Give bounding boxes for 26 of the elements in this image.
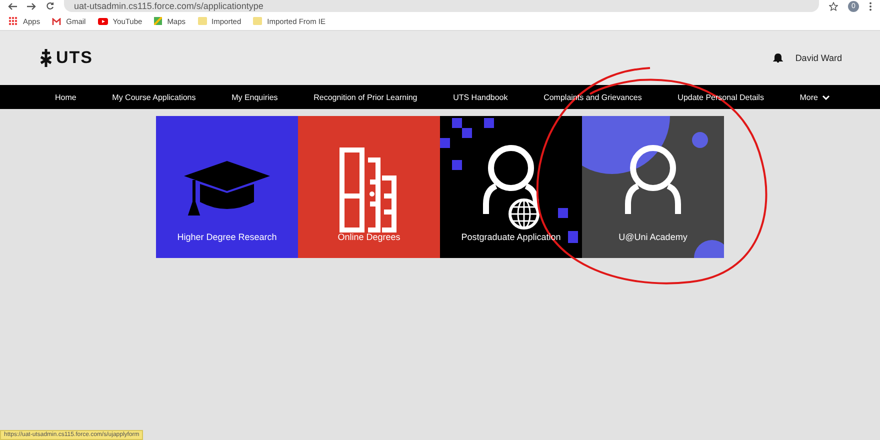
mail-icon bbox=[52, 18, 62, 24]
star-icon[interactable] bbox=[829, 2, 838, 10]
application-type-tile[interactable]: Online Degrees bbox=[298, 116, 440, 258]
forward-arrow-icon[interactable] bbox=[27, 2, 36, 10]
bell-icon[interactable] bbox=[773, 53, 784, 63]
play-icon bbox=[98, 18, 108, 24]
reload-icon[interactable] bbox=[46, 2, 54, 10]
nav-link[interactable]: My Enquiries bbox=[232, 92, 278, 102]
menu-icon[interactable] bbox=[869, 2, 872, 10]
folder-icon bbox=[253, 17, 262, 25]
application-type-tile[interactable]: U@Uni Academy bbox=[582, 116, 724, 258]
user-name[interactable]: David Ward bbox=[795, 53, 842, 63]
apps-grid-icon bbox=[9, 16, 18, 26]
folder-icon bbox=[198, 17, 207, 25]
chevron-down-icon bbox=[822, 94, 830, 100]
nav-link[interactable]: My Course Applications bbox=[112, 92, 196, 102]
uts-logo[interactable]: UTS bbox=[40, 48, 93, 68]
application-type-tile[interactable]: Higher Degree Research bbox=[156, 116, 298, 258]
map-icon bbox=[154, 17, 162, 25]
nav-link[interactable]: UTS Handbook bbox=[453, 92, 508, 102]
nav-link[interactable]: More bbox=[800, 92, 830, 102]
address-bar[interactable]: uat-utsadmin.cs115.force.com/s/applicationtype bbox=[64, 0, 819, 12]
nav-link[interactable]: Recognition of Prior Learning bbox=[314, 92, 418, 102]
nav-link[interactable]: Home bbox=[55, 92, 76, 102]
crest-icon bbox=[40, 49, 52, 67]
back-arrow-icon[interactable] bbox=[8, 2, 17, 10]
